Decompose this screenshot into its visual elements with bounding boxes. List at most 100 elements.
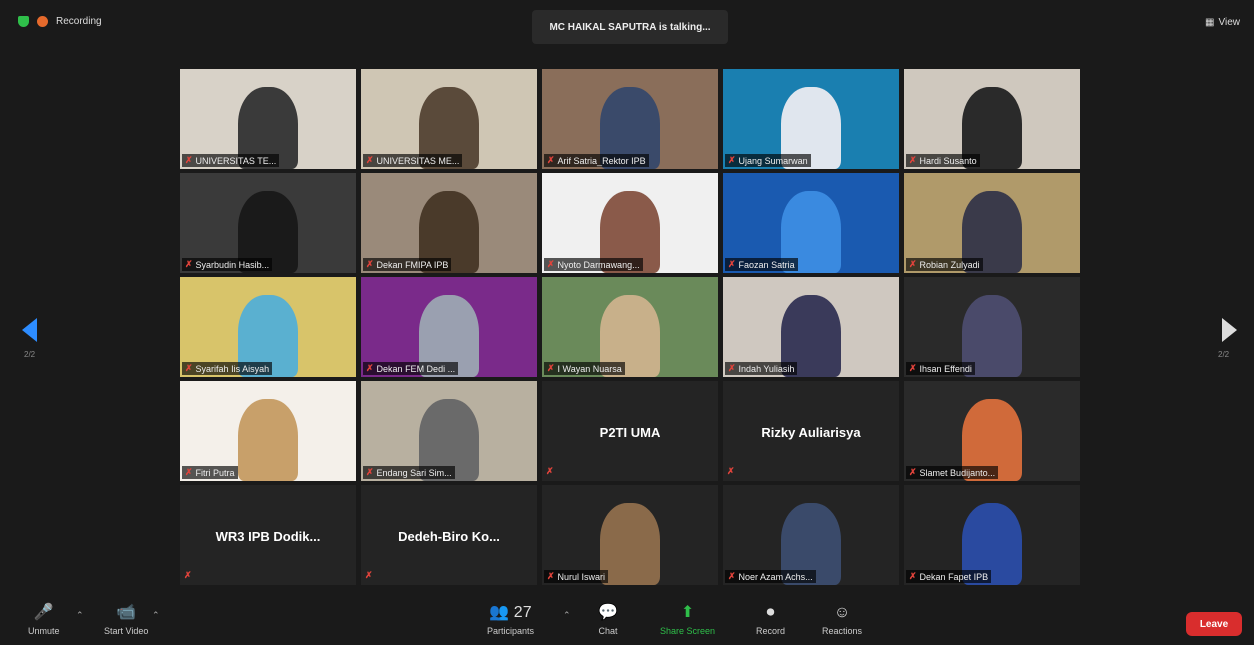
leave-button[interactable]: Leave	[1186, 612, 1242, 636]
participant-name-text: Fitri Putra	[195, 467, 235, 478]
participant-tile[interactable]: ✗ Syarbudin Hasib...	[180, 173, 356, 273]
participant-name-label: ✗ Dekan FEM Dedi ...	[363, 362, 459, 375]
recording-label: Recording	[56, 16, 102, 27]
participant-name-label: ✗ Noer Azam Achs...	[725, 570, 816, 583]
top-bar: Recording MC HAIKAL SAPUTRA is talking..…	[0, 0, 1254, 46]
participant-tile[interactable]: ✗ Indah Yuliasih	[723, 277, 899, 377]
participant-tile[interactable]: ✗ Ujang Sumarwan	[723, 69, 899, 169]
participant-tile[interactable]: ✗ Nurul Iswari	[542, 485, 718, 585]
mic-muted-icon: ✗	[185, 467, 193, 477]
reactions-icon: ☺	[833, 604, 851, 621]
record-icon: ⏺	[766, 604, 775, 621]
participant-name-label: ✗ Fitri Putra	[182, 466, 238, 479]
participant-tile[interactable]: ✗ Syarifah Iis Aisyah	[180, 277, 356, 377]
security-shield-icon[interactable]	[18, 16, 29, 27]
participant-tile[interactable]: Dedeh-Biro Ko... ✗	[361, 485, 537, 585]
participant-name-label: ✗ Syarifah Iis Aisyah	[182, 362, 273, 375]
participant-tile[interactable]: ✗ Slamet Budijanto...	[904, 381, 1080, 481]
participant-name-text: Dekan Fapet IPB	[919, 571, 989, 582]
participant-tile[interactable]: ✗ Noer Azam Achs...	[723, 485, 899, 585]
participant-name-text: Syarifah Iis Aisyah	[195, 363, 270, 374]
participant-tile[interactable]: ✗ Robian Zulyadi	[904, 173, 1080, 273]
mic-muted-icon: ✗	[547, 571, 555, 581]
participant-name-text: Arif Satria_Rektor IPB	[557, 155, 646, 166]
participant-tile[interactable]: ✗ Dekan FEM Dedi ...	[361, 277, 537, 377]
mic-muted-icon: ✗	[366, 259, 374, 269]
participant-name-label: ✗ Syarbudin Hasib...	[182, 258, 273, 271]
mic-muted-icon: ✗	[728, 363, 736, 373]
participant-name-label: ✗ Endang Sari Sim...	[363, 466, 455, 479]
caret-down-icon[interactable]: ⌃	[563, 610, 571, 621]
participant-name-label: ✗ Arif Satria_Rektor IPB	[544, 154, 649, 167]
control-label: Share Screen	[660, 626, 716, 636]
previous-page-arrow-icon[interactable]	[22, 318, 37, 342]
participant-name-label: ✗ Ihsan Effendi	[906, 362, 975, 375]
recording-indicator[interactable]: Recording	[18, 16, 102, 27]
share-screen-button[interactable]: ⬆ Share Screen	[660, 604, 715, 636]
participant-name-label: ✗ UNIVERSITAS TE...	[182, 154, 280, 167]
participant-name-label: ✗ Ujang Sumarwan	[725, 154, 811, 167]
chat-icon: 💬	[598, 604, 618, 621]
participants-button[interactable]: 👥 27 Participants	[487, 604, 534, 636]
start-video-button[interactable]: 📹 Start Video	[104, 604, 148, 636]
participant-display-name: Rizky Auliarisya	[761, 425, 861, 440]
participant-tile[interactable]: P2TI UMA ✗	[542, 381, 718, 481]
participant-name-text: Syarbudin Hasib...	[195, 259, 270, 270]
participant-display-name: WR3 IPB Dodik...	[215, 529, 321, 544]
mic-muted-icon: ✗	[909, 363, 917, 373]
participant-name-text: Dekan FEM Dedi ...	[376, 363, 456, 374]
participant-name-text: I Wayan Nuarsa	[557, 363, 622, 374]
participant-tile[interactable]: WR3 IPB Dodik... ✗	[180, 485, 356, 585]
control-label: Unmute	[28, 626, 60, 636]
participant-tile[interactable]: ✗ Fitri Putra	[180, 381, 356, 481]
caret-down-icon[interactable]: ⌃	[76, 610, 84, 621]
participant-name-text: UNIVERSITAS ME...	[376, 155, 460, 166]
share-screen-icon: ⬆	[680, 604, 695, 621]
participant-tile[interactable]: ✗ Faozan Satria	[723, 173, 899, 273]
participant-name-text: Ihsan Effendi	[919, 363, 972, 374]
mic-muted-icon: ✗	[909, 155, 917, 165]
participant-name-label: ✗ Dekan FMIPA IPB	[363, 258, 452, 271]
mic-muted-icon: ✗	[728, 259, 736, 269]
record-button[interactable]: ⏺ Record	[756, 604, 785, 636]
participant-name-text: Nurul Iswari	[557, 571, 606, 582]
view-label: View	[1218, 17, 1241, 28]
participant-tile[interactable]: ✗ Arif Satria_Rektor IPB	[542, 69, 718, 169]
participant-tile[interactable]: ✗ UNIVERSITAS ME...	[361, 69, 537, 169]
mic-muted-icon: ✗	[366, 155, 374, 165]
next-page-arrow-icon[interactable]	[1222, 318, 1237, 342]
unmute-button[interactable]: 🎤 Unmute	[28, 604, 60, 636]
participant-tile[interactable]: Rizky Auliarisya ✗	[723, 381, 899, 481]
participant-name-text: Slamet Budijanto...	[919, 467, 996, 478]
participant-name-label: ✗ Nurul Iswari	[544, 570, 609, 583]
caret-down-icon[interactable]: ⌃	[152, 610, 160, 621]
mic-muted-icon: ✗	[185, 259, 193, 269]
participant-tile[interactable]: ✗ I Wayan Nuarsa	[542, 277, 718, 377]
chat-button[interactable]: 💬 Chat	[598, 604, 618, 636]
participant-tile[interactable]: ✗ UNIVERSITAS TE...	[180, 69, 356, 169]
participant-tile[interactable]: ✗ Dekan FMIPA IPB	[361, 173, 537, 273]
participant-video-feed	[600, 503, 660, 585]
participant-name-text: Nyoto Darmawang...	[557, 259, 640, 270]
mic-muted-icon: ✗	[185, 155, 193, 165]
participant-name-text: Ujang Sumarwan	[738, 155, 808, 166]
participant-display-name: P2TI UMA	[599, 425, 661, 440]
participant-name-label: ✗ Indah Yuliasih	[725, 362, 798, 375]
participant-display-name: Dedeh-Biro Ko...	[398, 529, 500, 544]
participant-tile[interactable]: ✗ Ihsan Effendi	[904, 277, 1080, 377]
participant-video-feed	[238, 399, 298, 481]
view-button[interactable]: ▦ View	[1205, 17, 1240, 28]
participant-tile[interactable]: ✗ Dekan Fapet IPB	[904, 485, 1080, 585]
participant-name-text: Robian Zulyadi	[919, 259, 980, 270]
page-indicator-left: 2/2	[24, 350, 36, 359]
participant-tile[interactable]: ✗ Nyoto Darmawang...	[542, 173, 718, 273]
participant-tile[interactable]: ✗ Hardi Susanto	[904, 69, 1080, 169]
participants-icon: 👥 27	[489, 604, 532, 621]
participant-name-label: ✗ Nyoto Darmawang...	[544, 258, 643, 271]
control-label: Reactions	[822, 626, 863, 636]
reactions-button[interactable]: ☺ Reactions	[822, 604, 862, 636]
active-speaker-banner: MC HAIKAL SAPUTRA is talking...	[532, 10, 728, 44]
participant-tile[interactable]: ✗ Endang Sari Sim...	[361, 381, 537, 481]
grid-view-icon: ▦	[1205, 17, 1215, 28]
mic-muted-icon: ✗	[185, 363, 193, 373]
